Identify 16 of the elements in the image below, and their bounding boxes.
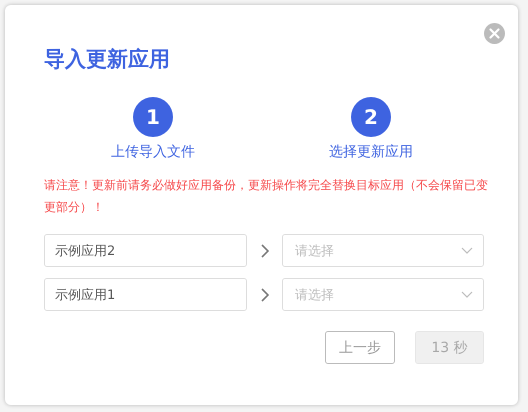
chevron-right-icon [260, 288, 268, 302]
source-app-field: 示例应用2 [44, 234, 247, 267]
previous-button[interactable]: 上一步 [325, 331, 395, 364]
source-app-field: 示例应用1 [44, 278, 247, 311]
close-icon[interactable] [484, 23, 505, 44]
step-label: 上传导入文件 [111, 143, 195, 161]
chevron-down-icon [461, 291, 473, 298]
chevron-down-icon [461, 247, 473, 254]
dialog-title: 导入更新应用 [44, 46, 171, 73]
step-number: 2 [351, 97, 391, 137]
step-label: 选择更新应用 [329, 143, 413, 161]
step-number: 1 [133, 97, 173, 137]
target-app-select[interactable]: 请选择 [282, 234, 484, 267]
warning-text: 请注意！更新前请务必做好应用备份，更新操作将完全替换目标应用（不会保留已变更部分）！ [44, 177, 488, 216]
target-app-select[interactable]: 请选择 [282, 278, 484, 311]
chevron-right-icon [260, 244, 268, 258]
